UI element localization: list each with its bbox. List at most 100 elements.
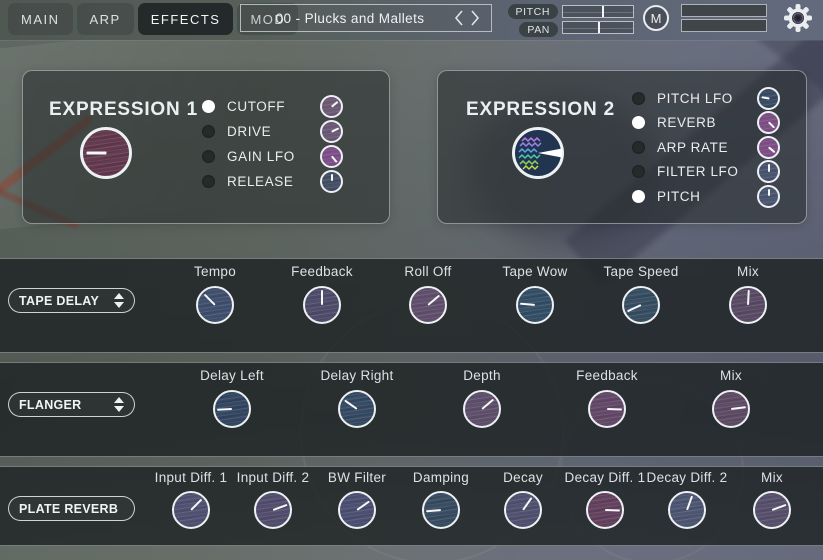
- pitch-lfo-label: PITCH LFO: [657, 91, 745, 106]
- settings-button[interactable]: [782, 2, 814, 34]
- pan-label: PAN: [519, 22, 558, 37]
- delay-right-knob[interactable]: [338, 390, 376, 428]
- knob-pointer: [761, 96, 769, 99]
- mono-button[interactable]: M: [643, 5, 669, 31]
- release-radio[interactable]: [202, 175, 215, 188]
- damping-label: Damping: [413, 470, 469, 485]
- knob-pointer: [86, 152, 106, 155]
- effect1-type-dropdown[interactable]: TAPE DELAY: [8, 288, 135, 313]
- meter-right: [681, 19, 767, 32]
- flanger-feedback-knob[interactable]: [588, 390, 626, 428]
- knob-pointer: [768, 122, 775, 129]
- pitch-radio[interactable]: [632, 190, 645, 203]
- knob-pointer: [607, 408, 622, 411]
- mix-label: Mix: [761, 470, 783, 485]
- reverb-mix-knob[interactable]: [753, 491, 791, 529]
- expression1-knob[interactable]: [80, 127, 132, 179]
- feedback-knob[interactable]: [303, 286, 341, 324]
- pitch-slider-handle[interactable]: [602, 6, 604, 17]
- tape-wow-label: Tape Wow: [502, 264, 567, 279]
- preset-next-button[interactable]: [467, 8, 483, 28]
- expression2-knob[interactable]: [512, 127, 564, 179]
- release-label: RELEASE: [227, 174, 308, 189]
- tab-arp[interactable]: ARP: [77, 3, 134, 35]
- flanger-mix-knob[interactable]: [712, 390, 750, 428]
- knob-unit-delay-left: Delay Left: [184, 368, 280, 428]
- effect-row-tape-delay: TAPE DELAY Tempo Feedback Roll Off Tape …: [0, 258, 823, 353]
- filter-lfo-amount-knob[interactable]: [757, 160, 780, 183]
- knob-pointer: [747, 290, 750, 305]
- waveform-knob-graphic: [512, 127, 564, 179]
- knob-pointer: [686, 496, 693, 511]
- knob-pointer: [731, 406, 746, 410]
- knob-pointer: [331, 155, 337, 162]
- pitch-slider[interactable]: [562, 5, 634, 18]
- pitch-pan-labels: PITCH PAN: [516, 4, 558, 37]
- preset-selector[interactable]: 00 - Plucks and Mallets: [240, 4, 492, 32]
- preset-name: 00 - Plucks and Mallets: [249, 11, 451, 26]
- pitch-lfo-amount-knob[interactable]: [757, 87, 780, 110]
- drive-radio[interactable]: [202, 125, 215, 138]
- effect3-type-dropdown[interactable]: PLATE REVERB: [8, 496, 135, 521]
- tape-speed-knob[interactable]: [622, 286, 660, 324]
- depth-label: Depth: [463, 368, 501, 383]
- tab-effects[interactable]: EFFECTS: [138, 3, 234, 35]
- knob-pointer: [331, 127, 339, 132]
- input-diff-1-knob[interactable]: [172, 491, 210, 529]
- tempo-knob[interactable]: [196, 286, 234, 324]
- tape-wow-knob[interactable]: [516, 286, 554, 324]
- expression1-title: EXPRESSION 1: [49, 99, 198, 121]
- knob-unit-tape-wow: Tape Wow: [487, 264, 583, 324]
- preset-prev-button[interactable]: [451, 8, 467, 28]
- damping-knob[interactable]: [422, 491, 460, 529]
- tempo-label: Tempo: [194, 264, 236, 279]
- cutoff-radio[interactable]: [202, 100, 215, 113]
- knob-pointer: [768, 146, 775, 152]
- input-diff-2-knob[interactable]: [254, 491, 292, 529]
- reverb-amount-knob[interactable]: [757, 111, 780, 134]
- pitch-lfo-radio[interactable]: [632, 92, 645, 105]
- knob-pointer: [331, 174, 333, 182]
- knob-pointer: [627, 304, 641, 312]
- knob-unit-mix: Mix: [724, 470, 820, 529]
- decay-knob[interactable]: [504, 491, 542, 529]
- arp-rate-radio[interactable]: [632, 141, 645, 154]
- cutoff-amount-knob[interactable]: [320, 95, 343, 118]
- delay-left-knob[interactable]: [213, 390, 251, 428]
- drive-label: DRIVE: [227, 124, 308, 139]
- bw-filter-label: BW Filter: [328, 470, 386, 485]
- meter-left: [681, 4, 767, 17]
- output-meters: [681, 4, 767, 32]
- feedback-label: Feedback: [576, 368, 638, 383]
- knob-unit-roll-off: Roll Off: [380, 264, 476, 324]
- filter-lfo-radio[interactable]: [632, 165, 645, 178]
- knob-pointer: [605, 509, 620, 512]
- gain-lfo-amount-knob[interactable]: [320, 145, 343, 168]
- chevron-left-icon: [454, 9, 464, 27]
- target-row-drive: DRIVE: [202, 120, 343, 142]
- chevron-right-icon: [470, 9, 480, 27]
- knob-pointer: [772, 504, 787, 511]
- depth-knob[interactable]: [463, 390, 501, 428]
- pitch-pan-sliders: [562, 5, 634, 34]
- reverb-radio[interactable]: [632, 116, 645, 129]
- decay-diff-1-knob[interactable]: [586, 491, 624, 529]
- drive-amount-knob[interactable]: [320, 120, 343, 143]
- bw-filter-knob[interactable]: [338, 491, 376, 529]
- knob-unit-mix: Mix: [683, 368, 779, 428]
- gain-lfo-radio[interactable]: [202, 150, 215, 163]
- plugin-window: MAIN ARP EFFECTS MOD 00 - Plucks and Mal…: [0, 0, 823, 560]
- arp-rate-amount-knob[interactable]: [757, 136, 780, 159]
- target-row-reverb: REVERB: [632, 112, 780, 134]
- roll-off-knob[interactable]: [409, 286, 447, 324]
- release-amount-knob[interactable]: [320, 170, 343, 193]
- pitch-amount-knob[interactable]: [757, 185, 780, 208]
- pan-slider-handle[interactable]: [598, 22, 600, 33]
- effect3-type-label: PLATE REVERB: [19, 502, 118, 516]
- mix-knob[interactable]: [729, 286, 767, 324]
- decay-diff-2-knob[interactable]: [668, 491, 706, 529]
- pitch-label: PITCH: [508, 4, 559, 19]
- tab-main[interactable]: MAIN: [8, 3, 73, 35]
- effect2-type-dropdown[interactable]: FLANGER: [8, 392, 135, 417]
- pan-slider[interactable]: [562, 21, 634, 34]
